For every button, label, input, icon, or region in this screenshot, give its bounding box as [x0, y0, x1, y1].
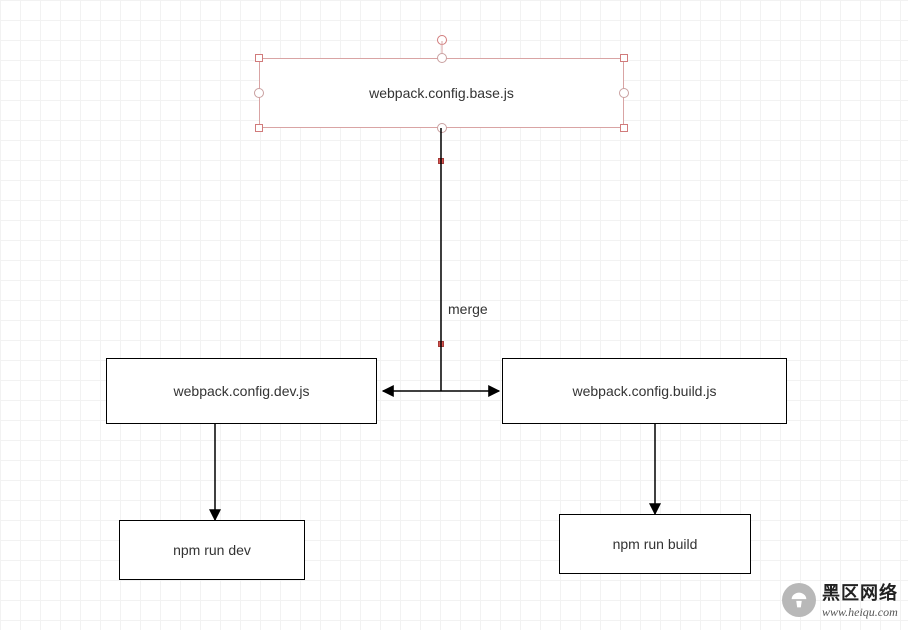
watermark-title: 黑区网络 — [822, 579, 898, 605]
edge-label-merge: merge — [448, 301, 488, 317]
node-run-dev[interactable]: npm run dev — [119, 520, 305, 580]
mushroom-icon — [782, 583, 816, 617]
watermark-url: www.heiqu.com — [822, 605, 898, 620]
resize-handle-ne[interactable] — [620, 54, 628, 62]
node-label: npm run dev — [173, 542, 251, 558]
resize-handle-sw[interactable] — [255, 124, 263, 132]
diagram-canvas[interactable]: webpack.config.base.js webpack.config.de… — [0, 0, 908, 630]
node-label: webpack.config.build.js — [573, 383, 717, 399]
node-dev[interactable]: webpack.config.dev.js — [106, 358, 377, 424]
node-build[interactable]: webpack.config.build.js — [502, 358, 787, 424]
edge-endpoint-bottom[interactable] — [438, 341, 444, 347]
watermark: 黑区网络 www.heiqu.com — [782, 579, 898, 620]
resize-handle-se[interactable] — [620, 124, 628, 132]
node-label: webpack.config.dev.js — [174, 383, 310, 399]
port-s[interactable] — [437, 123, 447, 133]
port-w[interactable] — [254, 88, 264, 98]
node-label: webpack.config.base.js — [369, 85, 514, 101]
node-run-build[interactable]: npm run build — [559, 514, 751, 574]
resize-handle-nw[interactable] — [255, 54, 263, 62]
port-e[interactable] — [619, 88, 629, 98]
node-base[interactable]: webpack.config.base.js — [259, 58, 624, 128]
node-label: npm run build — [613, 536, 698, 552]
port-n[interactable] — [437, 53, 447, 63]
edge-endpoint-top[interactable] — [438, 158, 444, 164]
